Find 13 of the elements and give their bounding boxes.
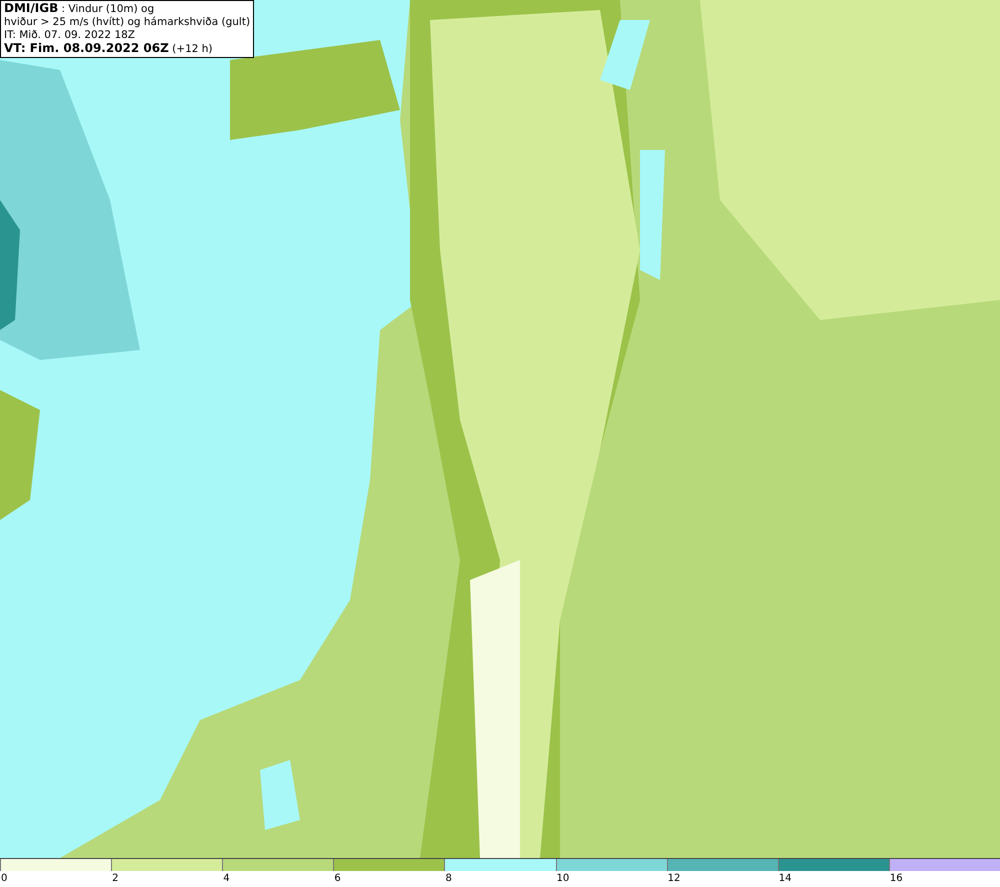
legend-label: 6 <box>333 872 341 886</box>
legend-label: 2 <box>111 872 118 886</box>
legend-label: 16 <box>888 872 903 886</box>
title-line: DMI/IGB : Vindur (10m) og <box>4 2 156 16</box>
legend-label: 14 <box>778 872 792 886</box>
title-line: hviður > 25 m/s (hvítt) og hámarkshviða (gult) <box>4 16 250 29</box>
legend-label: 10 <box>556 872 570 886</box>
legend-label: 8 <box>444 872 452 886</box>
legend-label: 0 <box>0 872 8 886</box>
legend-label: 4 <box>222 872 230 886</box>
title-line: VT: Fim. 08.09.2022 06Z (+12 h) <box>4 42 214 56</box>
title-line: IT: Mið. 07. 09. 2022 18Z <box>4 29 136 42</box>
legend-label: 12 <box>666 872 680 886</box>
